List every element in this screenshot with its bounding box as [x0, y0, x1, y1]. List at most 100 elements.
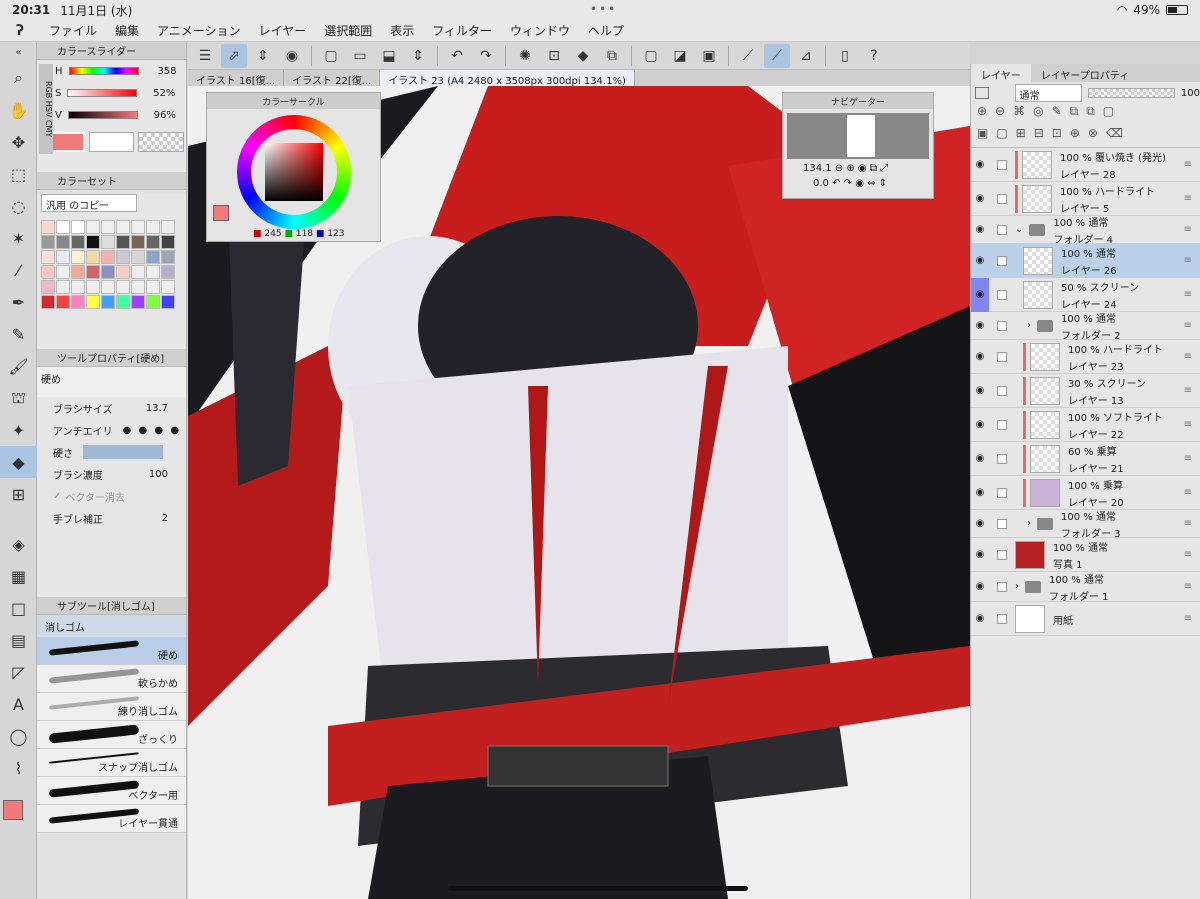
menu-animation[interactable]: アニメーション: [148, 22, 250, 39]
swatch[interactable]: [71, 220, 85, 234]
eye-icon[interactable]: ◉: [971, 193, 989, 204]
chevron-right-icon[interactable]: ›: [1027, 518, 1031, 529]
swatch[interactable]: [41, 295, 55, 309]
invert-selection-icon[interactable]: ◪: [667, 44, 693, 68]
vector-erase-label[interactable]: ベクター消去: [65, 489, 125, 504]
layer-row-selected[interactable]: ◉ 100 % 通常 レイヤー 26 ≡: [971, 244, 1200, 278]
object-tool-icon[interactable]: ⬚: [0, 158, 37, 190]
magic-wand-icon[interactable]: ✶: [0, 222, 37, 254]
swatch[interactable]: [56, 265, 70, 279]
swatch[interactable]: [116, 295, 130, 309]
brush-tool-icon[interactable]: 🖌: [0, 350, 37, 382]
density-value[interactable]: 100: [149, 469, 168, 480]
zoom-tool-icon[interactable]: ⌕: [0, 62, 37, 94]
tab-illust-16[interactable]: イラスト 16[復...: [188, 70, 285, 87]
drag-handle-icon[interactable]: ≡: [1184, 289, 1192, 300]
menu-layer[interactable]: レイヤー: [250, 22, 316, 39]
figure-tool-icon[interactable]: □: [0, 592, 37, 624]
swatch[interactable]: [86, 295, 100, 309]
swatch[interactable]: [56, 235, 70, 249]
swatch[interactable]: [101, 280, 115, 294]
subtool-item[interactable]: ベクター用: [37, 777, 186, 805]
move-tool-icon[interactable]: ✥: [0, 126, 37, 158]
eye-icon[interactable]: ◉: [971, 549, 989, 560]
smartphone-icon[interactable]: ▯: [832, 44, 858, 68]
eye-icon[interactable]: ◉: [971, 385, 989, 396]
main-color-swatch[interactable]: [3, 800, 23, 820]
swatch[interactable]: [161, 265, 175, 279]
multitask-dots[interactable]: •••: [590, 2, 617, 16]
layer-row[interactable]: ◉ 30 % スクリーン レイヤー 13 ≡: [971, 374, 1200, 408]
swatch[interactable]: [131, 265, 145, 279]
transparent-preview[interactable]: [138, 132, 184, 152]
drag-handle-icon[interactable]: ≡: [1184, 453, 1192, 464]
airbrush-tool-icon[interactable]: ⛫: [0, 382, 37, 414]
swatch[interactable]: [101, 295, 115, 309]
eye-icon[interactable]: ◉: [971, 453, 989, 464]
drag-handle-icon[interactable]: ≡: [1184, 419, 1192, 430]
subtool-group-label[interactable]: 消しゴム: [37, 615, 186, 637]
layer-check[interactable]: [997, 581, 1007, 592]
drag-handle-icon[interactable]: ≡: [1184, 159, 1192, 170]
blend-tool-icon[interactable]: ⊞: [0, 478, 37, 510]
swatch[interactable]: [71, 295, 85, 309]
swatch[interactable]: [71, 235, 85, 249]
swatch[interactable]: [161, 220, 175, 234]
layer-check[interactable]: [997, 289, 1007, 300]
hue-value[interactable]: 358: [145, 66, 176, 77]
help-icon[interactable]: ?: [861, 44, 887, 68]
blue-value[interactable]: 123: [327, 229, 344, 239]
menu-icon[interactable]: ☰: [192, 44, 218, 68]
folder-row[interactable]: ◉ › 100 % 通常 フォルダー 1 ≡: [971, 572, 1200, 603]
opacity-value[interactable]: 100: [1181, 88, 1200, 99]
swatch[interactable]: [56, 280, 70, 294]
drag-handle-icon[interactable]: ≡: [1184, 385, 1192, 396]
stepper-icon[interactable]: ⇕: [250, 44, 276, 68]
swatch[interactable]: [131, 220, 145, 234]
swatch[interactable]: [71, 250, 85, 264]
opacity-slider[interactable]: [1088, 88, 1175, 98]
menu-edit[interactable]: 編集: [106, 22, 148, 39]
layer-check[interactable]: [997, 453, 1007, 464]
drag-handle-icon[interactable]: ≡: [1184, 224, 1192, 235]
chevron-right-icon[interactable]: ›: [1027, 320, 1031, 331]
red-value[interactable]: 245: [264, 229, 281, 239]
layer-check[interactable]: [997, 224, 1007, 235]
swatch[interactable]: [101, 235, 115, 249]
layer-row[interactable]: ◉ 100 % 乗算 レイヤー 20 ≡: [971, 476, 1200, 510]
swatch[interactable]: [41, 265, 55, 279]
swatch[interactable]: [131, 295, 145, 309]
layer-row[interactable]: ◉ 100 % ハードライト レイヤー 23 ≡: [971, 340, 1200, 374]
swatch[interactable]: [71, 280, 85, 294]
saturation-slider[interactable]: [67, 89, 138, 97]
swatch[interactable]: [161, 295, 175, 309]
layer-row[interactable]: ◉ 60 % 乗算 レイヤー 21 ≡: [971, 442, 1200, 476]
tab-illust-23[interactable]: イラスト 23 (A4 2480 x 3508px 300dpi 134.1%): [380, 70, 635, 87]
swatch[interactable]: [56, 295, 70, 309]
cs-icon[interactable]: ◉: [279, 44, 305, 68]
correct-line-icon[interactable]: ⌇: [0, 752, 37, 784]
subtool-item[interactable]: 練り消しゴム: [37, 693, 186, 721]
pencil-tool-icon[interactable]: ✎: [0, 318, 37, 350]
sv-square[interactable]: [265, 143, 323, 201]
swatch[interactable]: [116, 280, 130, 294]
snap-special-ruler-icon[interactable]: ⟋: [764, 43, 790, 68]
swatch[interactable]: [71, 265, 85, 279]
clear-icon[interactable]: ⊡: [541, 44, 567, 68]
swatch[interactable]: [41, 220, 55, 234]
layer-row[interactable]: ◉ 100 % 覆い焼き (発光) レイヤー 28 ≡: [971, 148, 1200, 182]
green-value[interactable]: 118: [296, 229, 313, 239]
open-folder-icon[interactable]: ▭: [347, 44, 373, 68]
text-tool-icon[interactable]: A: [0, 688, 37, 720]
swatch[interactable]: [86, 250, 100, 264]
layer-check[interactable]: [997, 613, 1007, 624]
drag-handle-icon[interactable]: ≡: [1184, 613, 1192, 624]
layer-row[interactable]: ◉ 50 % スクリーン レイヤー 24 ≡: [971, 277, 1200, 312]
hand-tool-icon[interactable]: ✋: [0, 94, 37, 126]
swatch[interactable]: [86, 280, 100, 294]
gradient-tool-icon[interactable]: ▦: [0, 560, 37, 592]
subtool-item[interactable]: ざっくり: [37, 721, 186, 749]
chevron-right-icon[interactable]: ›: [1015, 581, 1019, 592]
save-icon[interactable]: ⬓: [376, 44, 402, 68]
stabilize-value[interactable]: 2: [162, 513, 168, 524]
